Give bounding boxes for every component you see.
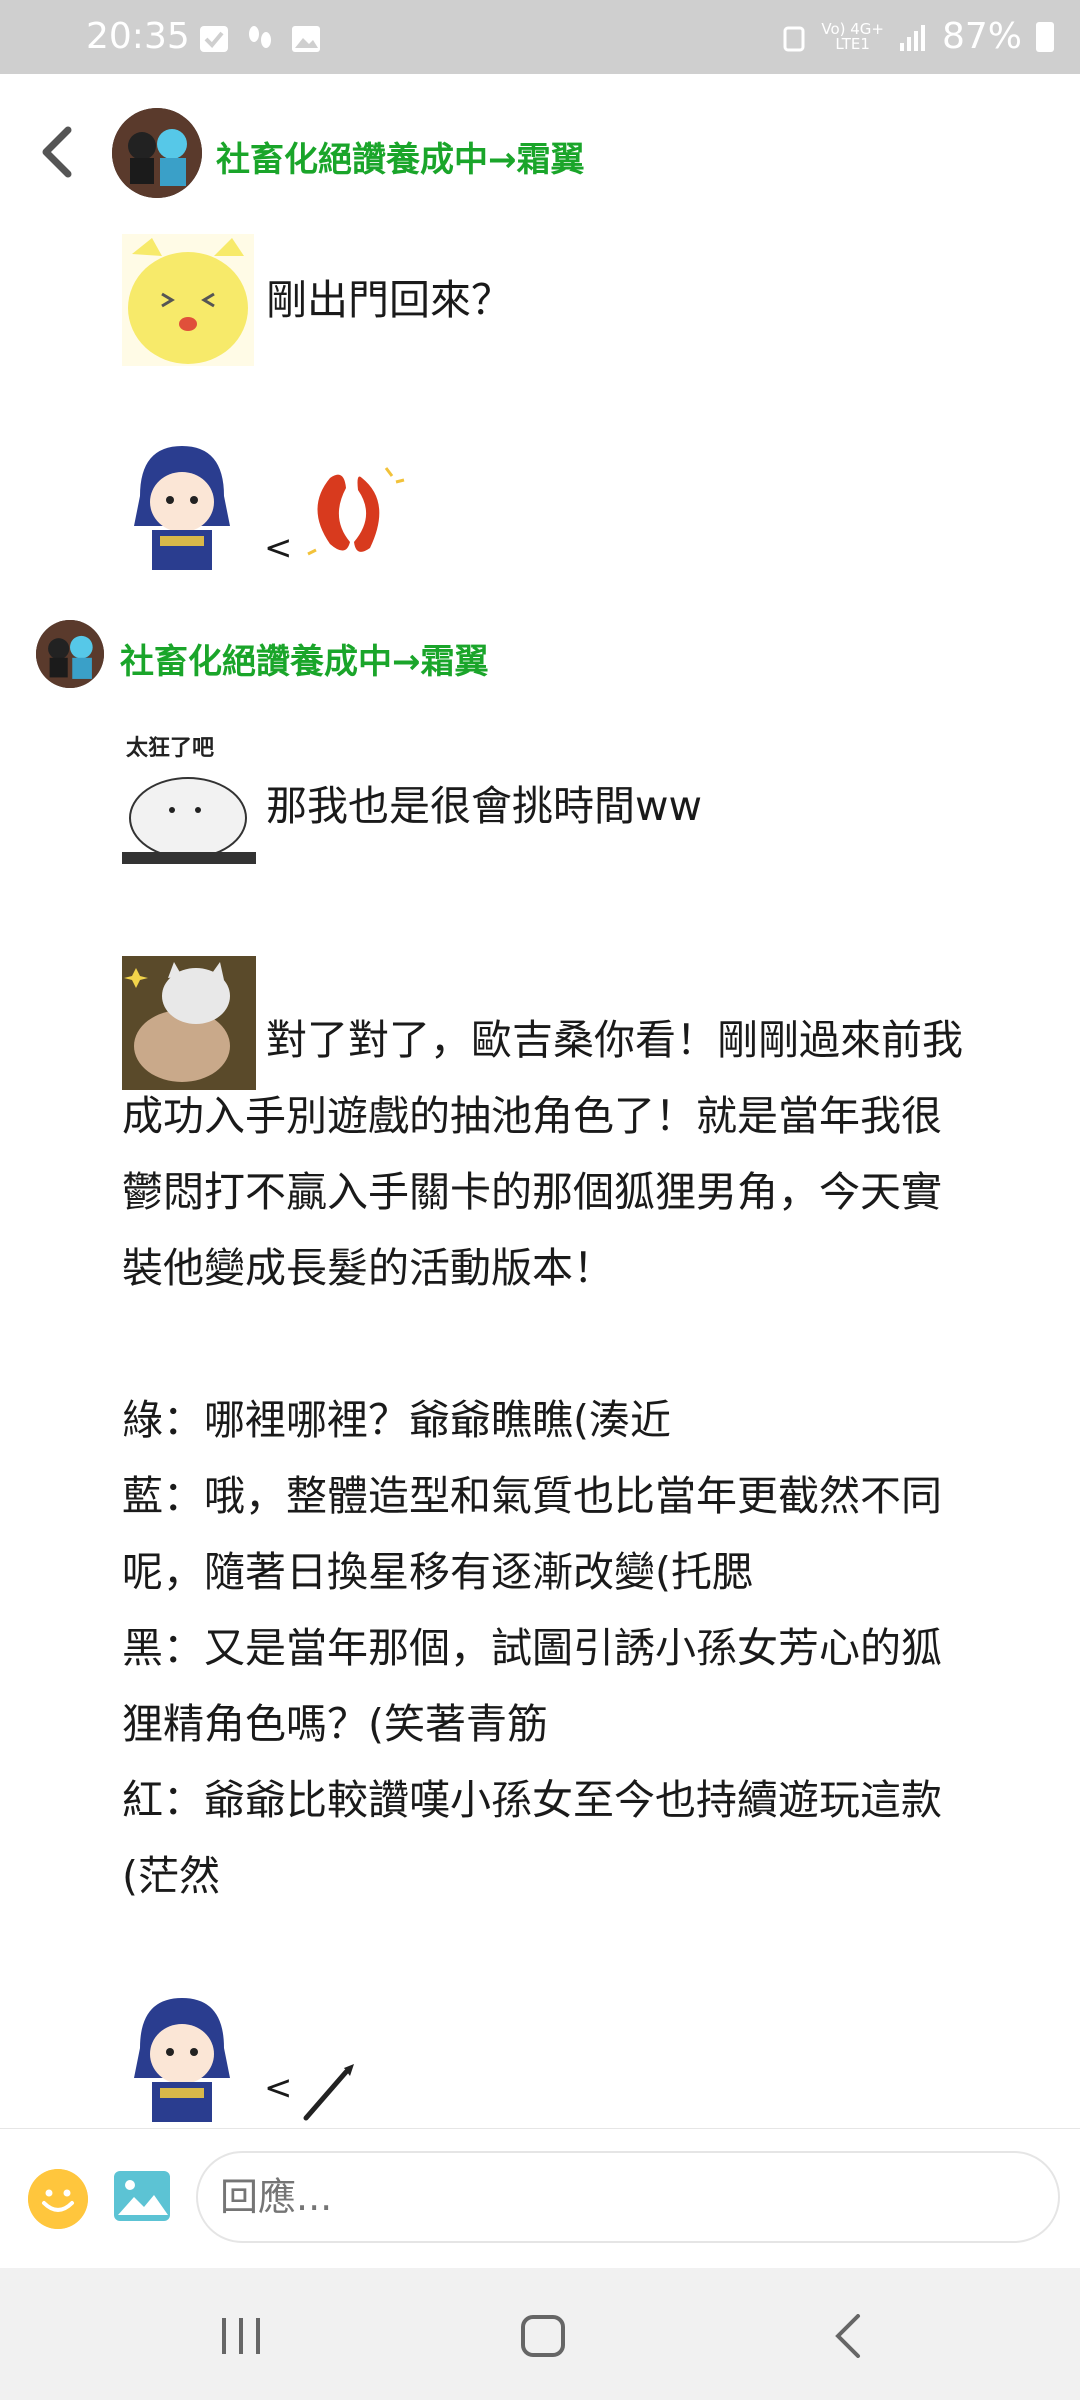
message-line: 紅：爺爺比較讚嘆小孫女至今也持續遊玩這款 bbox=[122, 1776, 942, 1824]
network-label: Vo) 4G+ LTE1 bbox=[821, 19, 884, 53]
image-notification-icon bbox=[292, 26, 320, 52]
status-time: 20:35 bbox=[86, 16, 190, 57]
status-bar: 20:35 Vo) 4G+ LTE1 87% bbox=[0, 0, 1080, 74]
blue-hair-character-sticker bbox=[120, 1988, 244, 2126]
notification-icons bbox=[198, 24, 322, 54]
message-line: 呢，隨著日換星移有逐漸改變(托腮 bbox=[122, 1548, 753, 1596]
chat-header: 社畜化絕讚養成中→霜翼 bbox=[0, 74, 1080, 232]
battery-icon bbox=[1036, 21, 1054, 52]
stick-sticker bbox=[303, 2064, 354, 2121]
blue-hair-character-sticker bbox=[120, 436, 244, 574]
page-title[interactable]: 社畜化絕讚養成中→霜翼 bbox=[216, 132, 585, 181]
avatar-image bbox=[36, 620, 104, 688]
message-text: 剛出門回來？ bbox=[266, 276, 512, 324]
chat-content: 剛出門回來？ < 社畜化絕讚養成中→霜翼 太狂了吧 那我也是很會挑時間ww 對了… bbox=[0, 232, 1080, 2128]
message-line: 鬱悶打不贏入手關卡的那個狐狸男角，今天實 bbox=[122, 1168, 942, 1216]
recycle-icon bbox=[783, 26, 805, 51]
sender-avatar[interactable] bbox=[36, 620, 104, 688]
system-nav-bar bbox=[0, 2268, 1080, 2400]
home-icon[interactable] bbox=[520, 2314, 566, 2358]
sender-name[interactable]: 社畜化絕讚養成中→霜翼 bbox=[120, 634, 489, 683]
message-prefix: < bbox=[264, 528, 293, 568]
message-line: 狸精角色嗎？(笑著青筋 bbox=[122, 1700, 548, 1748]
ghost-shape bbox=[122, 777, 256, 864]
recent-apps-icon[interactable] bbox=[218, 2314, 264, 2358]
emoji-icon[interactable] bbox=[28, 2169, 88, 2229]
message-line: 藍：哦，整體造型和氣質也比當年更截然不同 bbox=[122, 1472, 942, 1520]
image-icon[interactable] bbox=[112, 2169, 172, 2223]
message-line: 黑：又是當年那個，試圖引誘小孫女芳心的狐 bbox=[122, 1624, 942, 1672]
message-line: 裝他變成長髮的活動版本！ bbox=[122, 1244, 614, 1292]
check-notification-icon bbox=[200, 26, 228, 52]
message-line: 綠：哪裡哪裡？爺爺瞧瞧(湊近 bbox=[122, 1396, 671, 1444]
status-right: Vo) 4G+ LTE1 87% bbox=[781, 16, 1054, 57]
red-bean-sticker bbox=[307, 467, 405, 556]
message-text: 那我也是很會挑時間ww bbox=[266, 782, 703, 830]
reply-input[interactable] bbox=[196, 2151, 1060, 2243]
message-line: 對了對了，歐吉桑你看！剛剛過來前我 bbox=[266, 1016, 963, 1064]
header-avatar[interactable] bbox=[112, 108, 202, 198]
ghost-sticker: 太狂了吧 bbox=[122, 730, 256, 864]
back-arrow-icon[interactable] bbox=[30, 120, 86, 184]
message-prefix: < bbox=[264, 2068, 293, 2108]
cat-sticker bbox=[122, 956, 256, 1090]
yellow-chick-sticker bbox=[122, 234, 254, 366]
reply-bar bbox=[0, 2128, 1080, 2269]
back-nav-icon[interactable] bbox=[830, 2314, 866, 2358]
avatar-image bbox=[112, 108, 202, 198]
message-line: (茫然 bbox=[122, 1852, 220, 1900]
signal-icon bbox=[899, 24, 925, 51]
footsteps-icon bbox=[249, 26, 271, 48]
battery-percent: 87% bbox=[941, 16, 1022, 57]
message-line: 成功入手別遊戲的抽池角色了！就是當年我很 bbox=[122, 1092, 942, 1140]
